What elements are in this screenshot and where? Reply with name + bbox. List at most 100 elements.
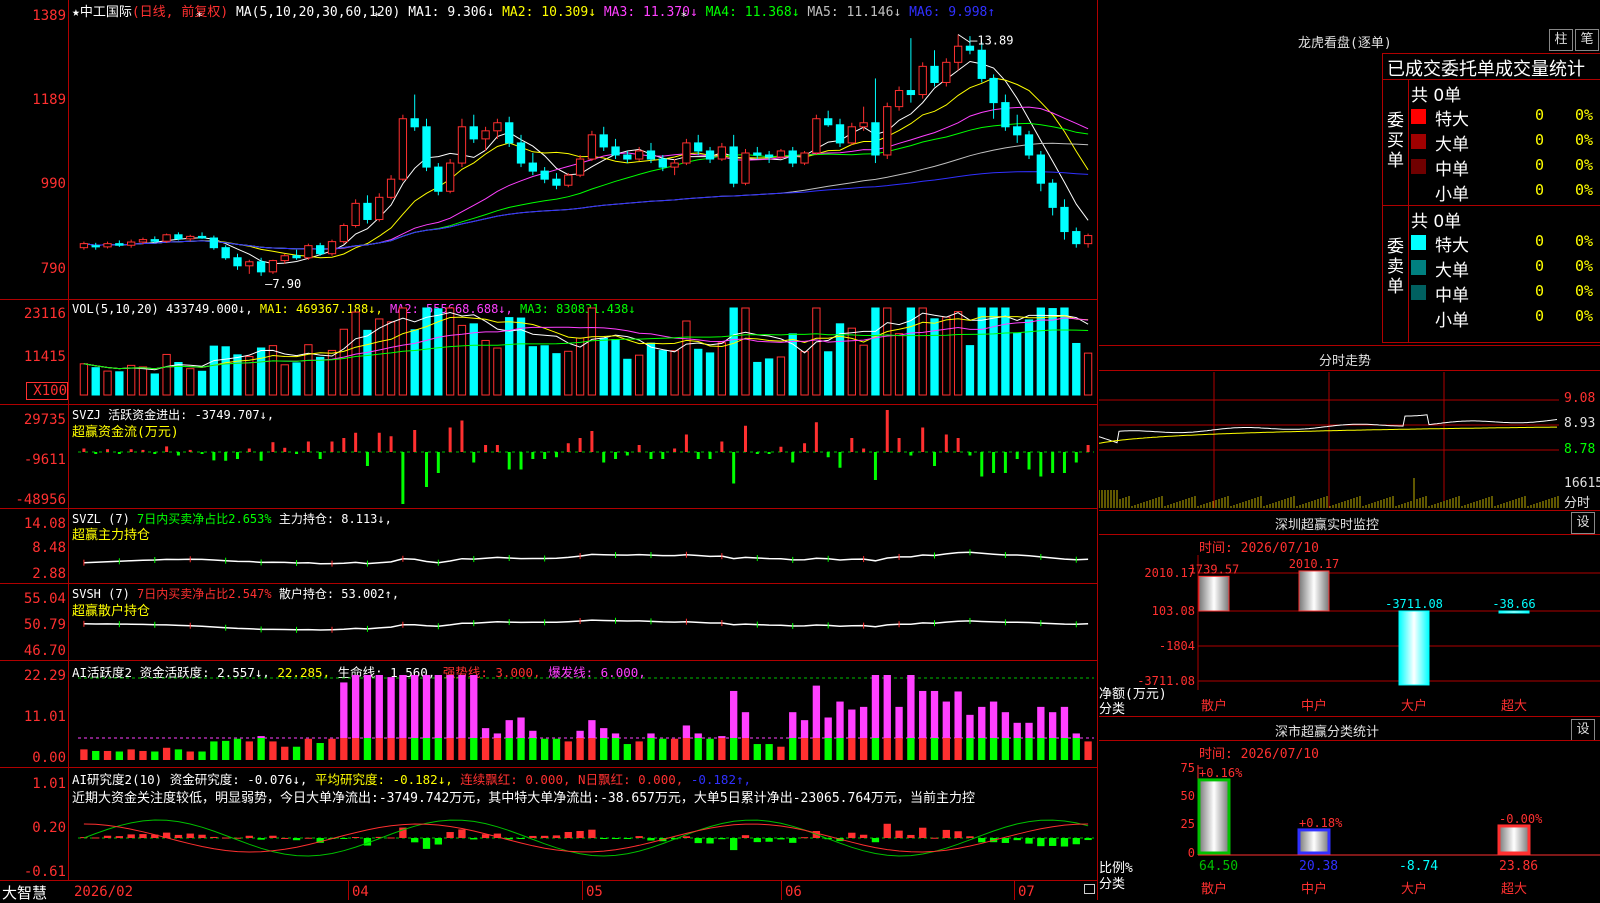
volume-bar bbox=[552, 353, 561, 396]
ai-bar bbox=[576, 738, 584, 760]
flow-bar bbox=[578, 438, 582, 452]
low-label: —7.90 bbox=[265, 277, 301, 291]
research-bar bbox=[1013, 838, 1021, 841]
flow-bar bbox=[235, 452, 239, 459]
candle-body bbox=[209, 237, 219, 249]
flow-bar bbox=[129, 449, 133, 452]
volume-bar bbox=[115, 371, 124, 396]
ai-bar bbox=[399, 738, 407, 760]
ai-bar bbox=[895, 738, 903, 760]
candle-body bbox=[1072, 231, 1081, 245]
ai-bar bbox=[1072, 738, 1080, 760]
volume-bar bbox=[871, 307, 880, 396]
ai-bar-top bbox=[434, 675, 442, 738]
monitor-ytick: 2010.17 bbox=[1144, 566, 1195, 580]
flow-bar bbox=[484, 445, 488, 452]
candle-body bbox=[457, 126, 467, 164]
candle-body bbox=[776, 150, 786, 158]
monitor-ytick: -1804 bbox=[1159, 639, 1195, 653]
ai-bar-top bbox=[1013, 722, 1021, 738]
ai-bar-top bbox=[422, 675, 431, 738]
research-bar bbox=[257, 838, 265, 840]
monitor-value: 1739.57 bbox=[1189, 562, 1240, 576]
ai-bar bbox=[233, 738, 242, 760]
ai-bar bbox=[198, 751, 206, 760]
volume-bar bbox=[540, 345, 549, 396]
flow-bar bbox=[661, 452, 665, 459]
volume-bar bbox=[670, 350, 679, 396]
candle-body bbox=[162, 234, 171, 242]
ai-bar bbox=[411, 738, 419, 760]
ai-bar bbox=[741, 738, 750, 760]
ai-bar bbox=[1013, 738, 1021, 760]
volume-bar bbox=[363, 329, 372, 396]
candle-body bbox=[256, 261, 266, 273]
ai-bar-top bbox=[895, 706, 903, 738]
ai-bar bbox=[800, 738, 809, 760]
candle-body bbox=[375, 196, 384, 220]
flow-bar bbox=[566, 443, 570, 452]
candle-body bbox=[611, 146, 620, 156]
ai-bar bbox=[659, 738, 667, 760]
ai-bar bbox=[375, 738, 383, 760]
candle-body bbox=[505, 122, 514, 144]
volume-bar bbox=[103, 370, 112, 396]
flow-bar bbox=[94, 452, 98, 454]
flow-bar bbox=[826, 452, 830, 458]
flow-bar bbox=[590, 431, 594, 452]
research-bar bbox=[222, 837, 230, 839]
candle-body bbox=[280, 255, 289, 262]
ai-bar-top bbox=[446, 675, 454, 738]
ai-bar bbox=[753, 744, 761, 760]
kline-chart[interactable]: —13.89 —7.90 * * * bbox=[0, 0, 1098, 900]
research-bar bbox=[186, 833, 194, 838]
ai-bar bbox=[292, 746, 301, 760]
candle-body bbox=[410, 118, 419, 128]
ai-bar bbox=[930, 738, 939, 760]
flow-bar bbox=[141, 449, 145, 452]
ai-bar bbox=[907, 738, 915, 760]
flow-bar bbox=[779, 446, 783, 452]
flow-bar bbox=[921, 427, 925, 452]
ai-bar bbox=[316, 743, 324, 760]
flow-bar bbox=[330, 441, 334, 452]
lock-icon[interactable] bbox=[1084, 884, 1095, 894]
volume-bar bbox=[611, 339, 620, 396]
candle-body bbox=[268, 260, 278, 273]
flow-bar bbox=[1074, 452, 1078, 463]
ai-bar-top bbox=[399, 675, 407, 738]
flow-bar bbox=[554, 452, 558, 458]
ai-bar bbox=[351, 738, 360, 760]
research-bar bbox=[895, 830, 903, 838]
candle-body bbox=[847, 126, 856, 144]
monitor-category: 中户 bbox=[1301, 698, 1327, 714]
research-bar bbox=[611, 838, 620, 839]
volume-bar bbox=[221, 346, 230, 396]
ai-bar bbox=[493, 738, 502, 760]
ai-bar bbox=[458, 738, 466, 760]
flow-bar bbox=[1062, 452, 1066, 473]
volume-bar bbox=[209, 345, 219, 396]
chart-area[interactable]: 1389 1189 990 790 23116 11415 X100 29735… bbox=[0, 0, 1098, 902]
ai-bar bbox=[1037, 738, 1045, 760]
candle-body bbox=[138, 239, 148, 243]
ai-bar-top bbox=[989, 701, 998, 738]
volume-bar bbox=[268, 345, 278, 396]
flow-bar bbox=[531, 452, 535, 459]
candle-body bbox=[540, 170, 549, 180]
ai-bar bbox=[139, 750, 147, 760]
candle-body bbox=[434, 166, 443, 192]
ai-bar-top bbox=[800, 720, 809, 738]
candle-body bbox=[363, 202, 372, 220]
flow-bar bbox=[862, 448, 866, 452]
volume-bar bbox=[1001, 307, 1010, 396]
ma-line bbox=[83, 60, 1089, 265]
ai-bar bbox=[600, 738, 608, 760]
timeline-label: 05 bbox=[586, 884, 603, 900]
candle-body bbox=[516, 142, 526, 164]
volume-bar bbox=[894, 333, 904, 396]
candle-body bbox=[646, 150, 656, 160]
flow-bar bbox=[1003, 452, 1007, 473]
flow-bar bbox=[106, 449, 110, 452]
flow-bar bbox=[838, 452, 842, 468]
